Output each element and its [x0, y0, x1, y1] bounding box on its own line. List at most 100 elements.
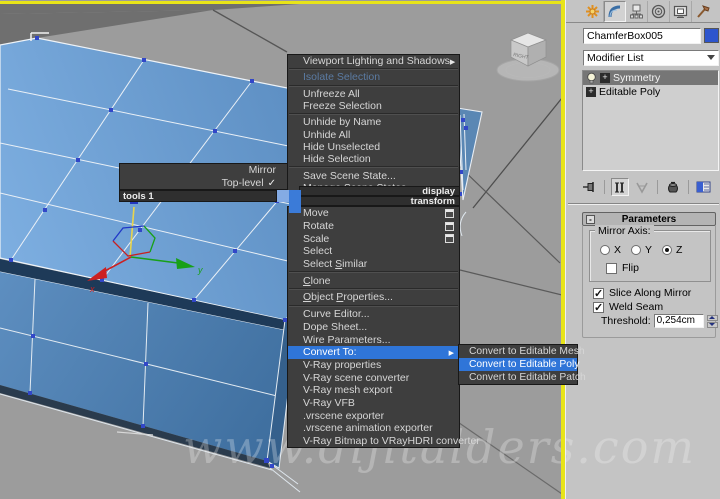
stack-item-editable-poly[interactable]: + Editable Poly — [583, 85, 718, 99]
tab-motion[interactable] — [648, 0, 670, 22]
rollout-collapse-button[interactable]: - — [586, 215, 595, 224]
menu-item-convert-to-editable-patch[interactable]: Convert to Editable Patch — [459, 371, 586, 384]
menu-item-label: V-Ray mesh export — [303, 384, 393, 397]
menu-item-object-properties[interactable]: Object Properties... — [288, 291, 459, 304]
quad-title-display[interactable]: display — [299, 186, 460, 196]
menu-item-convert-to-editable-mesh[interactable]: Convert to Editable Mesh — [459, 345, 585, 358]
quad-title-tools[interactable]: tools 1 — [119, 190, 277, 202]
application-window: x y RIGHT www.dijitalders.com MirrorTop-… — [0, 0, 720, 499]
remove-modifier-button[interactable] — [664, 178, 682, 196]
menu-item-viewport-lighting-and-shadows[interactable]: Viewport Lighting and Shadows — [288, 55, 459, 67]
slice-label: Slice Along Mirror — [609, 287, 692, 299]
menu-item-vrscene-exporter[interactable]: .vrscene exporter — [288, 409, 459, 422]
dropdown-arrow-icon[interactable] — [707, 55, 715, 60]
menu-item-hide-selection[interactable]: Hide Selection — [288, 153, 459, 165]
menu-item-move[interactable]: Move — [288, 207, 459, 220]
menu-item-label: V-Ray VFB — [303, 396, 355, 409]
command-panel: ChamferBox005 Modifier List + Symmetry +… — [565, 0, 720, 499]
menu-item-v-ray-vfb[interactable]: V-Ray VFB — [288, 397, 459, 410]
menu-separator — [289, 166, 458, 169]
stack-item-symmetry[interactable]: + Symmetry — [583, 71, 718, 85]
object-color-swatch[interactable] — [704, 28, 719, 43]
radio-icon[interactable] — [662, 245, 673, 255]
flip-checkbox[interactable] — [606, 262, 617, 274]
menu-item-select-similar[interactable]: Select Similar — [288, 258, 459, 271]
menu-item-select[interactable]: Select — [288, 245, 459, 258]
menu-item-hide-unselected[interactable]: Hide Unselected — [288, 141, 459, 153]
pin-stack-button[interactable] — [580, 178, 598, 196]
make-unique-button[interactable] — [633, 178, 651, 196]
spinner-down-button[interactable] — [706, 321, 718, 328]
quad-title-transform[interactable]: transform — [299, 196, 460, 206]
tab-hierarchy[interactable] — [626, 0, 648, 22]
menu-item-label: Convert to Editable Poly — [469, 359, 580, 370]
tab-utilities[interactable] — [692, 1, 714, 22]
tab-create[interactable] — [582, 0, 604, 22]
menu-item-v-ray-mesh-export[interactable]: V-Ray mesh export — [288, 384, 459, 397]
menu-item-vrscene-animation-exporter[interactable]: .vrscene animation exporter — [288, 422, 459, 435]
menu-item-label: Rotate — [303, 220, 334, 233]
expand-toggle-icon[interactable]: + — [600, 73, 610, 83]
menu-item-v-ray-scene-converter[interactable]: V-Ray scene converter — [288, 371, 459, 384]
menu-item-top-level[interactable]: Top-level — [120, 177, 288, 190]
settings-box-icon[interactable] — [445, 208, 454, 218]
menu-item-rotate[interactable]: Rotate — [288, 220, 459, 233]
flip-label: Flip — [622, 262, 639, 274]
menu-item-convert-to-editable-poly[interactable]: Convert to Editable Poly — [459, 358, 580, 371]
flip-checkbox-row[interactable]: Flip — [606, 262, 639, 274]
radio-axis-x[interactable]: X — [600, 244, 621, 256]
spinner-up-button[interactable] — [706, 314, 718, 321]
radio-axis-z[interactable]: Z — [662, 244, 682, 256]
weld-seam-checkbox[interactable] — [593, 301, 604, 314]
menu-item-unhide-by-name[interactable]: Unhide by Name — [288, 116, 459, 128]
menu-separator — [289, 84, 458, 87]
menu-item-unfreeze-all[interactable]: Unfreeze All — [288, 88, 459, 100]
menu-item-label: V-Ray Bitmap to VRayHDRI converter — [303, 435, 480, 448]
menu-item-curve-editor[interactable]: Curve Editor... — [288, 308, 459, 321]
menu-separator — [289, 68, 458, 71]
parameters-rollout-header[interactable]: - Parameters — [582, 212, 716, 226]
lightbulb-icon[interactable] — [586, 72, 597, 84]
rollout-title: Parameters — [621, 213, 677, 225]
viewport-canvas[interactable]: x y RIGHT — [0, 0, 562, 499]
configure-modifier-sets-button[interactable] — [695, 178, 713, 196]
menu-item-isolate-selection[interactable]: Isolate Selection — [288, 71, 459, 83]
slice-checkbox-row[interactable]: Slice Along Mirror — [593, 287, 692, 300]
menu-item-save-scene-state[interactable]: Save Scene State... — [288, 169, 459, 182]
menu-item-label: Save Scene State... — [303, 169, 396, 182]
quad-center-square — [289, 190, 301, 213]
menu-item-label: Scale — [303, 232, 330, 245]
menu-item-label: Unfreeze All — [303, 87, 360, 100]
menu-item-wire-parameters[interactable]: Wire Parameters... — [288, 333, 459, 346]
object-name-field[interactable]: ChamferBox005 — [583, 28, 701, 44]
threshold-input[interactable]: 0,254cm — [653, 314, 704, 328]
modifier-list-dropdown[interactable]: Modifier List — [583, 50, 719, 66]
menu-item-label: Convert to Editable Mesh — [469, 346, 585, 357]
submenu-arrow-icon — [450, 55, 455, 67]
menu-item-dope-sheet[interactable]: Dope Sheet... — [288, 321, 459, 334]
expand-toggle-icon[interactable]: + — [586, 87, 596, 97]
menu-item-v-ray-bitmap-to-vrayhdri-converter[interactable]: V-Ray Bitmap to VRayHDRI converter — [288, 435, 480, 448]
panel-divider — [568, 203, 719, 205]
hierarchy-icon — [630, 4, 643, 18]
radio-icon[interactable] — [631, 245, 642, 255]
settings-box-icon[interactable] — [445, 234, 454, 244]
trash-icon — [668, 181, 678, 192]
menu-item-scale[interactable]: Scale — [288, 232, 459, 245]
menu-item-mirror[interactable]: Mirror — [120, 164, 288, 177]
menu-item-convert-to[interactable]: Convert To: — [288, 345, 459, 359]
menu-item-v-ray-properties[interactable]: V-Ray properties — [288, 359, 459, 372]
slice-along-mirror-checkbox[interactable] — [593, 287, 604, 300]
settings-box-icon[interactable] — [445, 221, 454, 231]
radio-icon[interactable] — [600, 245, 610, 255]
menu-item-clone[interactable]: Clone — [288, 274, 459, 287]
tab-modify[interactable] — [604, 0, 626, 22]
menu-item-freeze-selection[interactable]: Freeze Selection — [288, 100, 459, 112]
menu-item-unhide-all[interactable]: Unhide All — [288, 128, 459, 141]
weld-checkbox-row[interactable]: Weld Seam — [593, 301, 663, 314]
stack-item-label: Symmetry — [613, 72, 661, 84]
tab-display[interactable] — [670, 0, 692, 22]
show-end-result-button[interactable] — [611, 178, 629, 196]
radio-axis-y[interactable]: Y — [631, 244, 652, 256]
menu-item-label: .vrscene animation exporter — [303, 422, 433, 435]
